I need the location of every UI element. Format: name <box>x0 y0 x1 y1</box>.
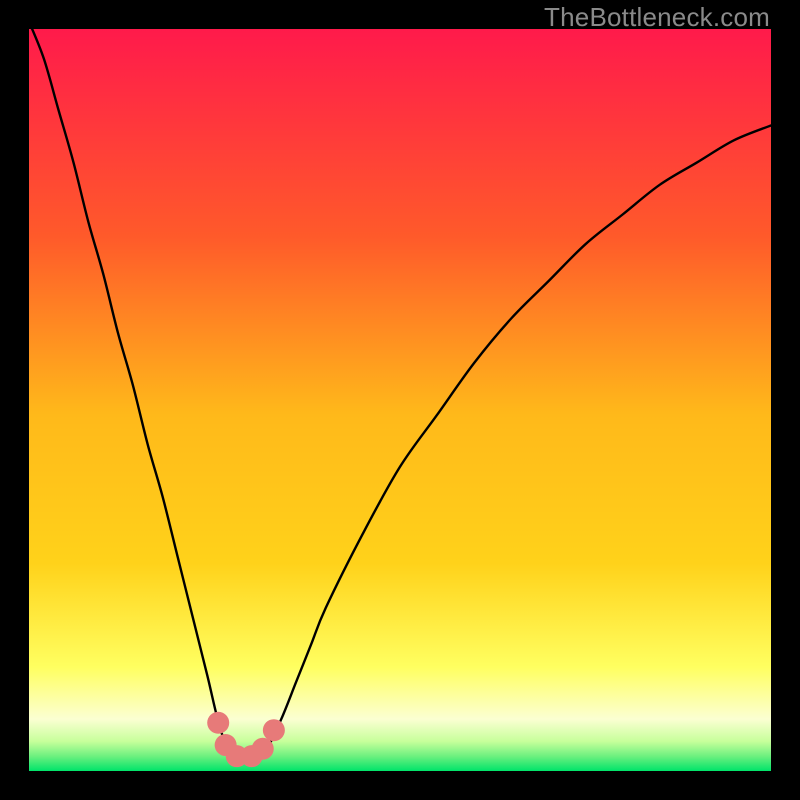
data-marker <box>252 738 274 760</box>
watermark-text: TheBottleneck.com <box>544 2 770 33</box>
data-marker <box>263 719 285 741</box>
plot-frame <box>29 29 771 771</box>
bottleneck-chart <box>29 29 771 771</box>
data-marker <box>207 712 229 734</box>
gradient-background <box>29 29 771 771</box>
